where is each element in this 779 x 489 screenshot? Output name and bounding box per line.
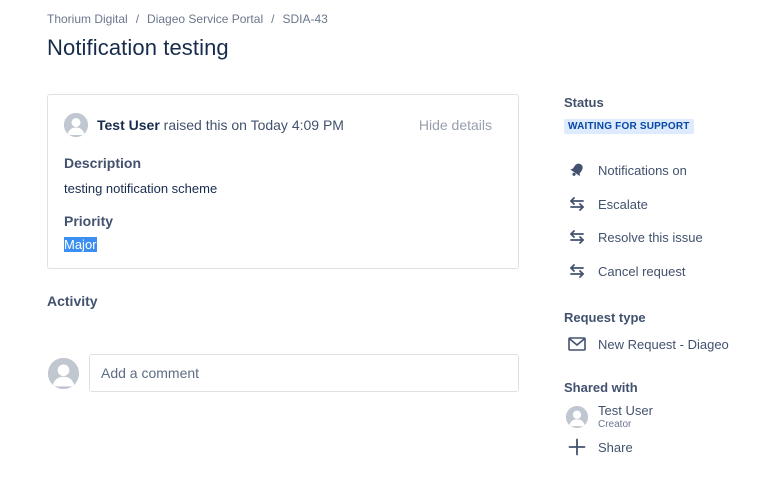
- escalate-label: Escalate: [598, 196, 648, 212]
- priority-value: Major: [64, 237, 97, 252]
- hide-details-link[interactable]: Hide details: [419, 117, 492, 133]
- breadcrumb-separator: /: [271, 12, 275, 26]
- share-label: Share: [598, 439, 633, 455]
- plus-icon: [566, 436, 588, 458]
- breadcrumb-item-service-portal[interactable]: Diageo Service Portal: [147, 12, 263, 26]
- resolve-issue-button[interactable]: Resolve this issue: [566, 226, 703, 248]
- activity-heading: Activity: [47, 293, 98, 309]
- transition-arrows-icon: [566, 226, 588, 248]
- request-details-header: Test User raised this on Today 4:09 PM H…: [64, 113, 492, 137]
- comment-row: [48, 354, 519, 392]
- user-avatar-icon: [64, 113, 88, 137]
- bell-icon: [566, 159, 588, 181]
- description-value: testing notification scheme: [64, 181, 218, 196]
- shared-with-label: Shared with: [564, 380, 638, 395]
- escalate-button[interactable]: Escalate: [566, 193, 648, 215]
- share-button[interactable]: Share: [566, 436, 633, 458]
- raised-on-text: raised this on Today 4:09 PM: [163, 117, 344, 133]
- envelope-icon: [566, 333, 588, 355]
- request-details-card: Test User raised this on Today 4:09 PM H…: [47, 94, 519, 269]
- breadcrumb: Thorium Digital / Diageo Service Portal …: [47, 12, 328, 26]
- transition-arrows-icon: [566, 193, 588, 215]
- reporter-name: Test User: [97, 117, 160, 133]
- request-type-label: Request type: [564, 310, 646, 325]
- shared-user-name: Test User: [598, 403, 653, 418]
- user-avatar-icon: [566, 406, 588, 428]
- priority-value-text: Major: [64, 237, 97, 252]
- description-label: Description: [64, 155, 142, 171]
- raised-by-text: Test User raised this on Today 4:09 PM: [97, 117, 344, 133]
- breadcrumb-separator: /: [135, 12, 140, 26]
- page-title: Notification testing: [47, 35, 229, 60]
- status-label: Status: [564, 95, 604, 110]
- shared-user-avatar: [566, 406, 588, 428]
- status-badge: WAITING FOR SUPPORT: [564, 119, 694, 134]
- priority-label: Priority: [64, 213, 114, 229]
- user-avatar-icon: [48, 357, 79, 389]
- comment-input[interactable]: [89, 354, 519, 392]
- shared-user: Test User Creator: [566, 404, 653, 430]
- breadcrumb-item-thorium-digital[interactable]: Thorium Digital: [47, 12, 128, 26]
- shared-user-role: Creator: [598, 419, 632, 430]
- request-type-value: New Request - Diageo: [598, 336, 729, 352]
- reporter-avatar: [64, 113, 88, 137]
- breadcrumb-item-issue-key[interactable]: SDIA-43: [282, 12, 327, 26]
- request-type-row: New Request - Diageo: [566, 333, 729, 355]
- resolve-issue-label: Resolve this issue: [598, 229, 703, 245]
- commenter-avatar: [48, 357, 79, 389]
- notifications-label: Notifications on: [598, 162, 687, 178]
- cancel-request-button[interactable]: Cancel request: [566, 260, 685, 282]
- cancel-request-label: Cancel request: [598, 263, 686, 279]
- notifications-toggle[interactable]: Notifications on: [566, 159, 687, 181]
- request-page: Thorium Digital / Diageo Service Portal …: [0, 0, 779, 489]
- transition-arrows-icon: [566, 260, 588, 282]
- shared-user-names: Test User Creator: [598, 404, 653, 430]
